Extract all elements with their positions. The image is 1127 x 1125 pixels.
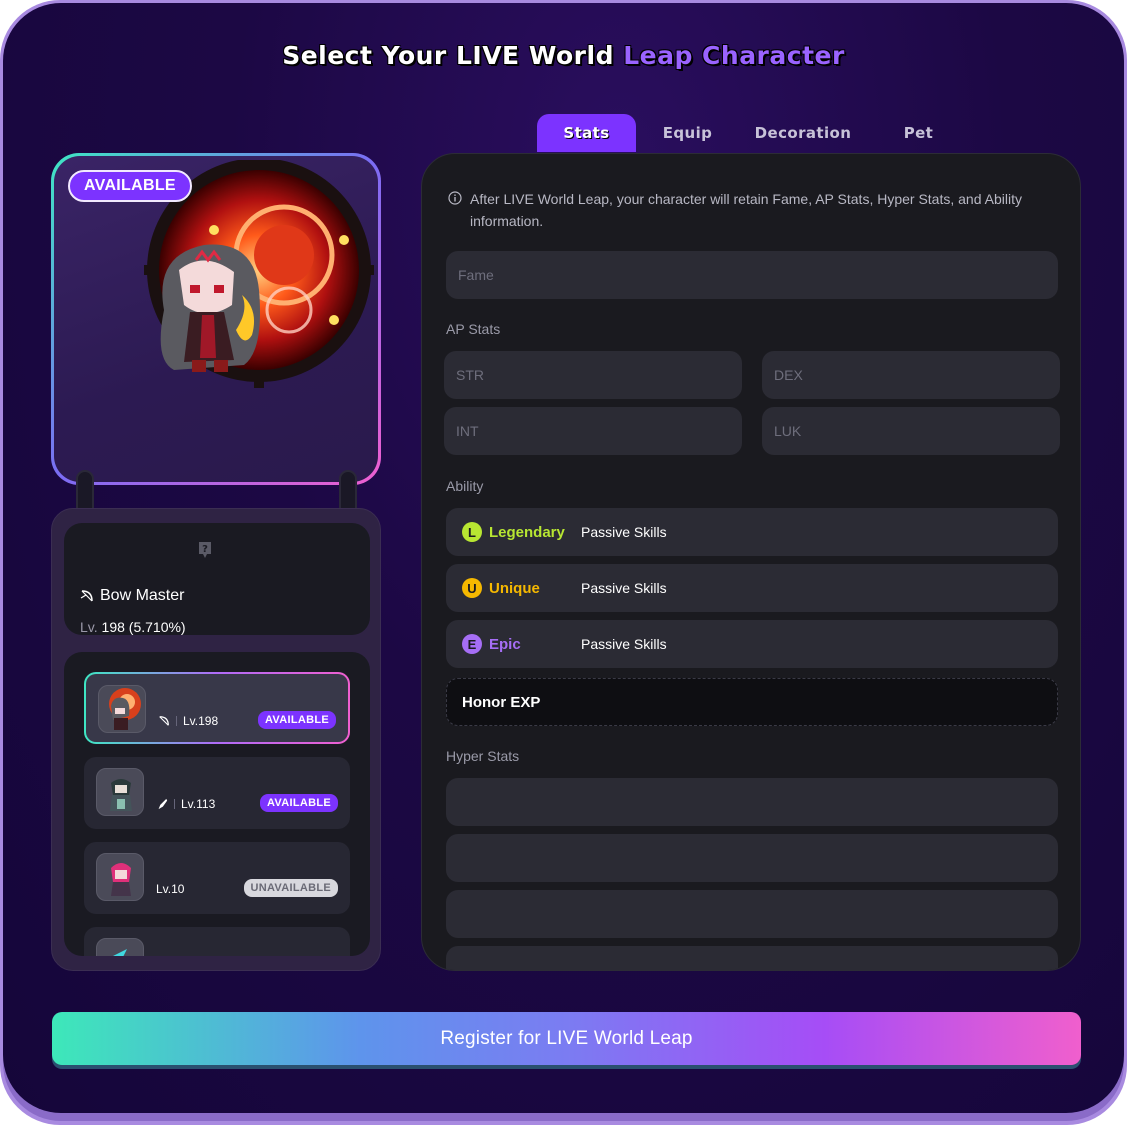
character-list-item[interactable] [84,927,350,956]
honor-exp-field: Honor EXP [446,678,1058,726]
tab-pet[interactable]: Pet [869,114,968,152]
bow-icon [80,590,93,602]
status-badge: AVAILABLE [257,711,336,729]
avatar [98,685,146,733]
character-meta: Lv.10 [156,882,184,896]
bow-icon [159,716,169,726]
hyper-stat-row [446,778,1058,826]
str-field: STR [444,351,742,399]
status-badge: AVAILABLE [68,170,192,202]
dex-field: DEX [762,351,1060,399]
register-button[interactable]: Register for LIVE World Leap [52,1012,1081,1065]
hyper-stat-row [446,890,1058,938]
ability-label: Ability [446,478,484,494]
legendary-icon: L [462,522,482,542]
tab-stats[interactable]: Stats [537,114,636,152]
epic-icon: E [462,634,482,654]
character-meta: Lv.198 [158,714,218,728]
character-level: Lv.113 [181,797,216,811]
hyper-stat-row [446,834,1058,882]
hyper-stats-label: Hyper Stats [446,748,520,764]
app-window: Select Your LIVE World Leap Character AV… [3,3,1124,1113]
status-badge: UNAVAILABLE [243,879,338,897]
character-list-item[interactable]: Lv.113 AVAILABLE [84,757,350,829]
unique-icon: U [462,578,482,598]
ability-grade: Legendary [489,523,565,541]
hyper-stat-row [446,946,1058,970]
tab-bar: Stats Equip Decoration Pet [537,114,968,152]
tab-decoration[interactable]: Decoration [739,114,867,152]
dagger-icon [158,798,168,810]
character-portrait-card: AVAILABLE [51,153,381,485]
tab-equip[interactable]: Equip [638,114,737,152]
svg-text:?: ? [202,544,208,555]
character-info-panel: ? Bow Master Lv. 198 (5.710%) Lv.198 AVA… [51,508,381,971]
ability-desc: Passive Skills [581,580,667,596]
luk-field: LUK [762,407,1060,455]
character-list-item[interactable]: Lv.10 UNAVAILABLE [84,842,350,914]
page-title: Select Your LIVE World Leap Character [282,41,845,70]
character-level: Lv.10 [156,882,185,896]
character-list-item[interactable]: Lv.198 AVAILABLE [84,672,350,744]
ability-row-epic: E Epic Passive Skills [446,620,1058,668]
job-name: Bow Master [100,587,185,604]
notice-text: After LIVE World Leap, your character wi… [470,191,1022,229]
ability-grade: Unique [489,579,540,597]
app-frame: Select Your LIVE World Leap Character AV… [0,0,1127,1125]
avatar [96,938,144,956]
info-icon [448,191,462,205]
status-badge: AVAILABLE [259,794,338,812]
level-line: Lv. 198 (5.710%) [80,619,186,635]
unknown-icon: ? [199,542,211,558]
ability-grade: Epic [489,635,521,653]
avatar [96,768,144,816]
ability-desc: Passive Skills [581,524,667,540]
ap-stats-label: AP Stats [446,321,501,337]
job-line: Bow Master [80,587,184,605]
fame-field: Fame [446,251,1058,299]
int-field: INT [444,407,742,455]
stats-panel: After LIVE World Leap, your character wi… [421,153,1081,971]
character-summary: ? Bow Master Lv. 198 (5.710%) [64,523,370,635]
ability-row-unique: U Unique Passive Skills [446,564,1058,612]
ability-row-legendary: L Legendary Passive Skills [446,508,1058,556]
avatar [96,853,144,901]
character-level: Lv.198 [183,714,219,728]
ability-desc: Passive Skills [581,636,667,652]
level-value: 198 (5.710%) [101,619,186,635]
character-list: Lv.198 AVAILABLE Lv.113 AVAILABLE Lv.10 … [64,652,370,956]
notice: After LIVE World Leap, your character wi… [448,188,1048,232]
character-meta: Lv.113 [156,797,215,811]
